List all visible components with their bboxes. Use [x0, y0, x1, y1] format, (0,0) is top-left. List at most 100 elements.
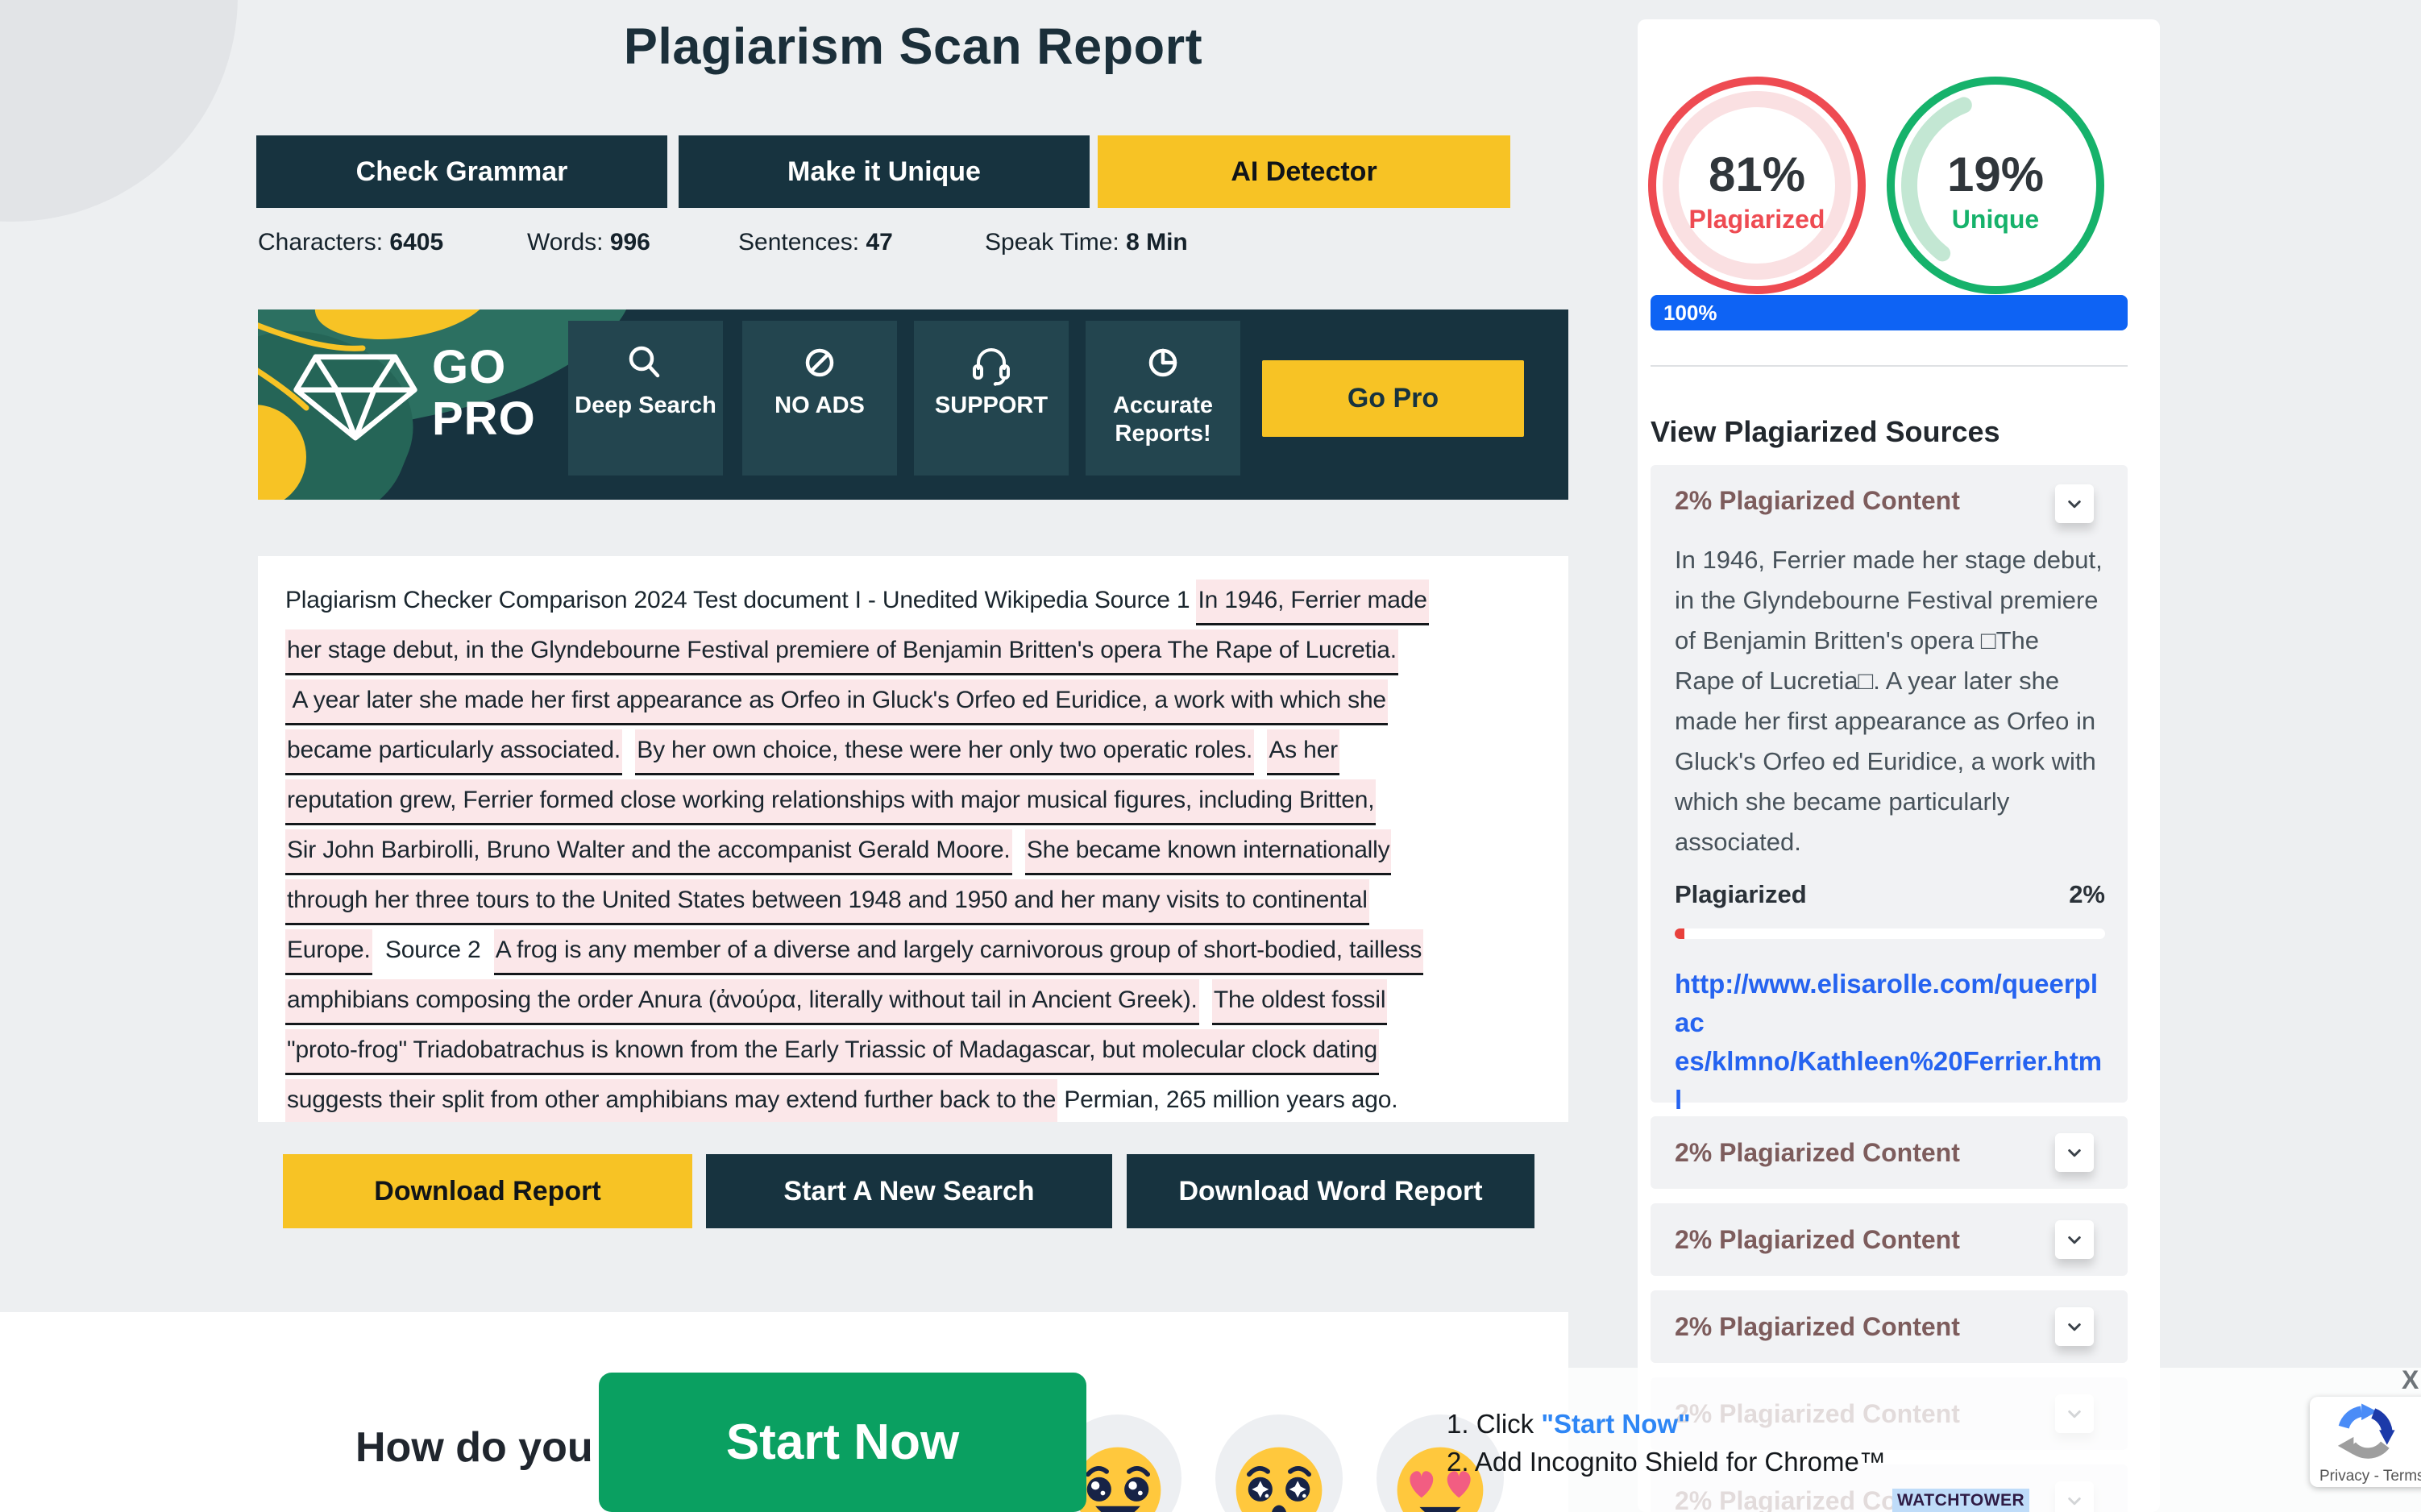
- doc-line: Plagiarism Checker Comparison 2024 Test …: [285, 575, 1528, 625]
- source-card-collapsed: 2% Plagiarized Content: [1651, 1203, 2128, 1276]
- source-card-title: 2% Plagiarized Content: [1675, 1312, 1960, 1342]
- doc-line: "proto-frog" Triadobatrachus is known fr…: [285, 1025, 1528, 1075]
- highlighted-text: reputation grew, Ferrier formed close wo…: [285, 779, 1376, 825]
- doc-line: Europe. Source 2 A frog is any member of…: [285, 925, 1528, 975]
- scan-progress-bar: 100%: [1651, 295, 2128, 330]
- stat-value: 996: [610, 229, 650, 255]
- promo-feature-label: NO ADS: [742, 392, 897, 420]
- source-card-expanded: 2% Plagiarized Content In 1946, Ferrier …: [1651, 465, 2128, 1103]
- source-card-collapsed: 2% Plagiarized Content: [1651, 1290, 2128, 1363]
- highlighted-text: became particularly associated.: [285, 729, 622, 775]
- promo-feature: Deep Search: [568, 321, 723, 476]
- scanned-document-box: Plagiarism Checker Comparison 2024 Test …: [258, 556, 1568, 1122]
- promo-feature-label: SUPPORT: [914, 392, 1069, 420]
- stats-row: Characters: 6405 Words: 996 Sentences: 47 S…: [258, 229, 1568, 261]
- highlighted-text: A frog is any member of a diverse and la…: [494, 929, 1423, 975]
- expand-source-button[interactable]: [2055, 1133, 2094, 1172]
- check-grammar-button[interactable]: Check Grammar: [256, 135, 667, 208]
- source-card-title: 2% Plagiarized Content: [1675, 1225, 1960, 1255]
- stat-label: Characters:: [258, 229, 389, 255]
- plagiarized-label: Plagiarized: [1676, 205, 1838, 235]
- divider: [1651, 365, 2128, 367]
- recaptcha-badge[interactable]: Privacy - Terms: [2310, 1397, 2421, 1487]
- promo-feature: SUPPORT: [914, 321, 1069, 476]
- doc-line: Sir John Barbirolli, Bruno Walter and th…: [285, 825, 1528, 875]
- highlighted-text: "proto-frog" Triadobatrachus is known fr…: [285, 1029, 1379, 1075]
- go-pro-banner: GO PRO Deep Search NO ADS SUPPORT Accurate …: [258, 309, 1568, 500]
- highlighted-text: In 1946, Ferrier made: [1196, 579, 1428, 625]
- doc-line: became particularly associated. By her o…: [285, 725, 1528, 775]
- source-card-collapsed: 2% Plagiarized Content: [1651, 1116, 2128, 1189]
- highlighted-text: amphibians composing the order Anura (ἀν…: [285, 979, 1199, 1025]
- source-percent-fill: [1675, 928, 1684, 939]
- doc-line: reputation grew, Ferrier formed close wo…: [285, 775, 1528, 825]
- sources-heading: View Plagiarized Sources: [1651, 415, 2000, 449]
- document-text: Plagiarism Checker Comparison 2024 Test …: [285, 575, 1528, 1122]
- plain-text: Source 2: [372, 937, 494, 963]
- recaptcha-privacy-terms[interactable]: Privacy - Terms: [2319, 1468, 2421, 1485]
- highlighted-text: The oldest fossil: [1212, 979, 1387, 1025]
- start-a-new-search-button[interactable]: Start A New Search: [706, 1154, 1112, 1228]
- stat-value: 47: [866, 229, 892, 255]
- promo-step: 1. Click "Start Now": [1447, 1409, 1691, 1439]
- watchtower-logo: WATCHTOWER: [1892, 1489, 2029, 1512]
- rating-heading: How do you rate your: [355, 1404, 593, 1512]
- page-title: Plagiarism Scan Report: [258, 18, 1568, 76]
- stat-label: Speak Time:: [985, 229, 1126, 255]
- ai-detector-button[interactable]: AI Detector: [1098, 135, 1510, 208]
- download-report-button[interactable]: Download Report: [283, 1154, 692, 1228]
- promo-feature: NO ADS: [742, 321, 897, 476]
- highlighted-text: A year later she made her first appearan…: [285, 679, 1388, 725]
- source-card-title: 2% Plagiarized Content: [1675, 1138, 1960, 1168]
- stat-label: Sentences:: [738, 229, 866, 255]
- unique-label: Unique: [1915, 205, 2076, 235]
- highlighted-text: through her three tours to the United St…: [285, 879, 1369, 925]
- source-link[interactable]: http://www.elisarolle.com/queerplac es/k…: [1675, 965, 2103, 1119]
- stat-speak-time: Speak Time: 8 Min: [985, 229, 1188, 256]
- results-sidebar: 81% Plagiarized 19% Unique 100% View Pla…: [1638, 19, 2160, 1512]
- source-excerpt: In 1946, Ferrier made her stage debut, i…: [1675, 540, 2105, 862]
- pie-chart-icon: [1137, 339, 1189, 390]
- doc-line: through her three tours to the United St…: [285, 875, 1528, 925]
- highlighted-text: As her: [1267, 729, 1339, 775]
- plain-text: [1199, 987, 1212, 1013]
- start-now-button[interactable]: Start Now: [599, 1373, 1086, 1512]
- highlighted-text: Europe.: [285, 929, 372, 975]
- go-pro-logo-text: GO PRO: [432, 342, 536, 445]
- download-word-report-button[interactable]: Download Word Report: [1127, 1154, 1534, 1228]
- collapse-source-button[interactable]: [2055, 484, 2094, 523]
- unique-percent: 19%: [1915, 147, 2076, 202]
- highlighted-text: Sir John Barbirolli, Bruno Walter and th…: [285, 829, 1012, 875]
- highlighted-text: By her own choice, these were her only t…: [635, 729, 1254, 775]
- expand-source-button[interactable]: [2055, 1220, 2094, 1259]
- plagiarism-report-page: Plagiarism Scan Report Check GrammarMake…: [0, 0, 2421, 1512]
- plain-text: Plagiarism Checker Comparison 2024 Test …: [285, 587, 1196, 613]
- doc-line: amphibians composing the order Anura (ἀν…: [285, 975, 1528, 1025]
- close-icon[interactable]: x: [2402, 1365, 2419, 1395]
- plain-text: [1254, 737, 1267, 763]
- promo-feature-label: Deep Search: [568, 392, 723, 420]
- corner-decoration: [0, 0, 238, 222]
- plagiarized-percent: 81%: [1676, 147, 1838, 202]
- stat-words: Words: 996: [527, 229, 650, 256]
- step-text: 1. Click: [1447, 1409, 1541, 1439]
- source-percent-track: [1675, 928, 2105, 939]
- search-icon: [620, 339, 671, 390]
- stat-characters: Characters: 6405: [258, 229, 443, 256]
- diamond-icon: [292, 350, 419, 445]
- promo-feature-label: Accurate Reports!: [1086, 392, 1240, 448]
- make-it-unique-button[interactable]: Make it Unique: [679, 135, 1090, 208]
- doc-line: her stage debut, in the Glyndebourne Fes…: [285, 625, 1528, 675]
- highlighted-text: her stage debut, in the Glyndebourne Fes…: [285, 629, 1398, 675]
- recaptcha-icon: [2334, 1402, 2397, 1464]
- go-pro-button[interactable]: Go Pro: [1262, 360, 1524, 437]
- plain-text: Permian, 265 million years ago.: [1057, 1086, 1397, 1113]
- stat-label: Words:: [527, 229, 610, 255]
- expand-source-button[interactable]: [2055, 1307, 2094, 1346]
- promo-feature: Accurate Reports!: [1086, 321, 1240, 476]
- stat-value: 8 Min: [1126, 229, 1188, 255]
- no-ads-icon: [794, 339, 845, 390]
- plain-text: [622, 737, 635, 763]
- plain-text: [1012, 837, 1025, 863]
- source-meta-row: Plagiarized 2%: [1675, 880, 2105, 909]
